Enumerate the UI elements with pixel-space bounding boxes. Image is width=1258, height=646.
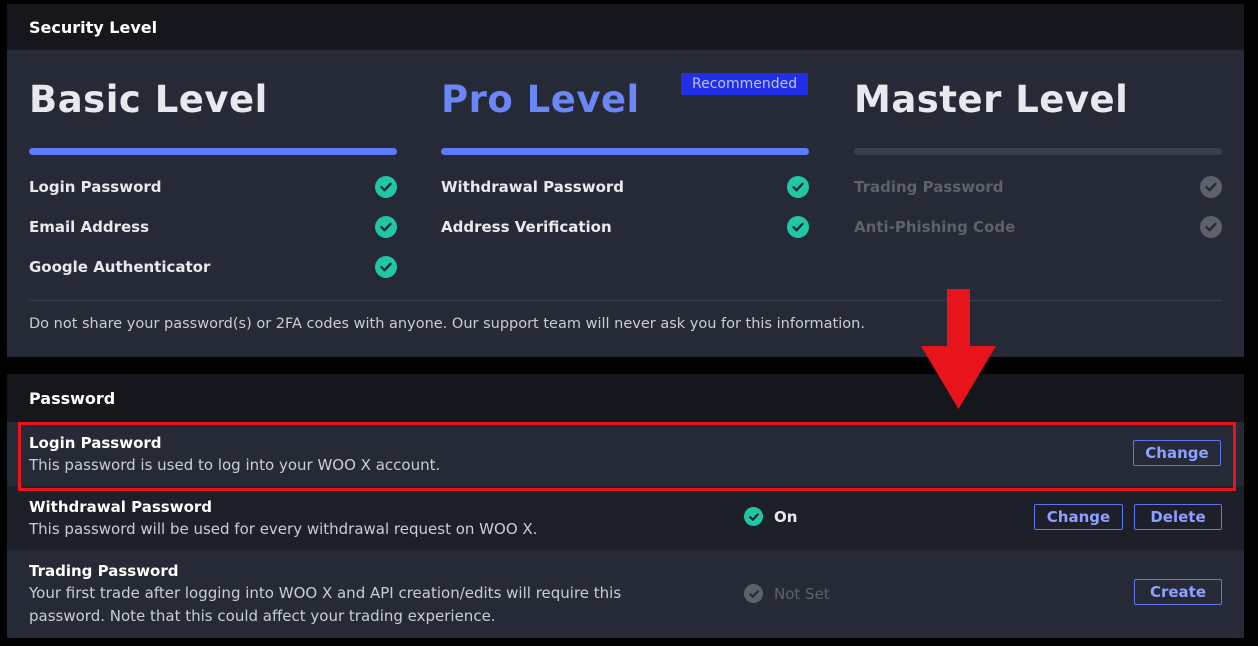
check-circle-icon [744, 584, 763, 603]
check-circle-icon [375, 176, 397, 198]
level-title-pro: Pro Level [441, 78, 640, 121]
check-circle-icon [1200, 176, 1222, 198]
withdrawal-password-delete-button[interactable]: Delete [1134, 504, 1222, 530]
withdrawal-password-status: On [744, 507, 797, 526]
level-progress-master [854, 148, 1222, 155]
level-item-label: Address Verification [441, 218, 612, 236]
level-item-label: Email Address [29, 218, 150, 236]
security-levels: Basic Level Login Password Email Address… [7, 50, 1244, 357]
level-item-address-verification: Address Verification [441, 216, 809, 238]
status-text: Not Set [774, 584, 830, 603]
security-level-header: Security Level [7, 4, 1244, 50]
level-item-google-authenticator: Google Authenticator [29, 256, 397, 278]
check-circle-icon [787, 216, 809, 238]
check-circle-icon [787, 176, 809, 198]
divider [29, 300, 1222, 301]
level-item-label: Withdrawal Password [441, 178, 625, 196]
trading-password-status: Not Set [744, 584, 830, 603]
level-item-anti-phishing-code: Anti-Phishing Code [854, 216, 1222, 238]
password-panel: Password Login Password This password is… [7, 374, 1244, 638]
password-row-description: Your first trade after logging into WOO … [29, 584, 622, 625]
level-item-label: Trading Password [854, 178, 1004, 196]
level-item-email-address: Email Address [29, 216, 397, 238]
level-progress-pro [441, 148, 809, 155]
level-item-withdrawal-password: Withdrawal Password [441, 176, 809, 198]
down-arrow-icon [921, 289, 996, 409]
password-row-trading: Trading Password Your first trade after … [7, 550, 1244, 638]
password-row-description: This password will be used for every wit… [29, 520, 538, 538]
level-item-label: Anti-Phishing Code [854, 218, 1016, 236]
check-circle-icon [375, 256, 397, 278]
password-row-withdrawal: Withdrawal Password This password will b… [7, 486, 1244, 550]
level-item-label: Login Password [29, 178, 162, 196]
check-circle-icon [1200, 216, 1222, 238]
level-title-master: Master Level [854, 78, 1129, 121]
check-circle-icon [744, 507, 763, 526]
password-row-title: Withdrawal Password [29, 498, 213, 516]
password-header: Password [7, 374, 1244, 422]
level-item-trading-password: Trading Password [854, 176, 1222, 198]
status-text: On [774, 507, 798, 526]
security-level-panel: Security Level Basic Level Login Passwor… [7, 4, 1244, 357]
level-title-basic: Basic Level [29, 78, 268, 121]
login-password-highlight-box [18, 422, 1236, 491]
security-notice: Do not share your password(s) or 2FA cod… [29, 316, 865, 332]
password-row-title: Trading Password [29, 562, 179, 580]
check-circle-icon [375, 216, 397, 238]
withdrawal-password-change-button[interactable]: Change [1034, 504, 1123, 530]
level-item-label: Google Authenticator [29, 258, 211, 276]
level-progress-basic [29, 148, 397, 155]
trading-password-create-button[interactable]: Create [1134, 579, 1222, 605]
level-item-login-password: Login Password [29, 176, 397, 198]
recommended-badge: Recommended [681, 73, 809, 95]
